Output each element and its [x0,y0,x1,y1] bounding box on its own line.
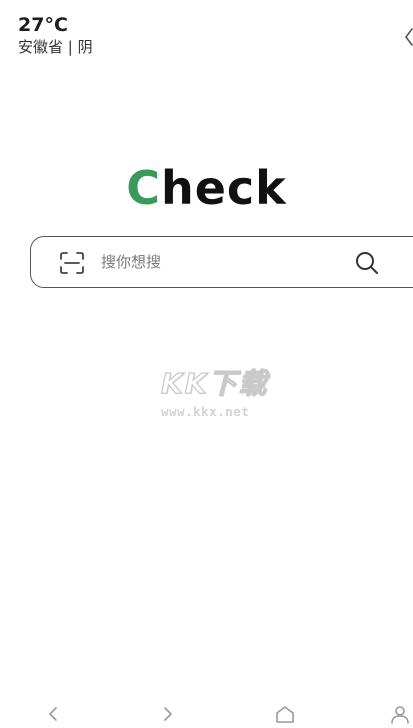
weather-widget: 27°C 安徽省 | 阴 [18,14,93,57]
user-icon[interactable] [389,704,411,724]
weather-location: 安徽省 | 阴 [18,38,93,56]
search-bar[interactable]: 搜你想搜 [30,236,413,288]
app-logo: Check [0,160,413,216]
weather-temperature: 27°C [18,14,68,36]
home-icon[interactable] [274,704,296,724]
logo-text: heck [160,161,287,215]
chevron-right-icon[interactable] [157,704,179,724]
scan-icon[interactable] [59,251,85,275]
logo-accent-letter: C [126,161,161,215]
search-input[interactable]: 搜你想搜 [101,251,161,273]
share-icon[interactable] [403,26,413,48]
search-icon[interactable] [354,250,380,276]
watermark-url: www.kkx.net [161,404,250,419]
watermark: KK下载 www.kkx.net [155,362,305,432]
bottom-nav-bar [0,698,413,728]
watermark-logo: KK下载 [160,366,269,400]
chevron-left-icon[interactable] [42,704,64,724]
